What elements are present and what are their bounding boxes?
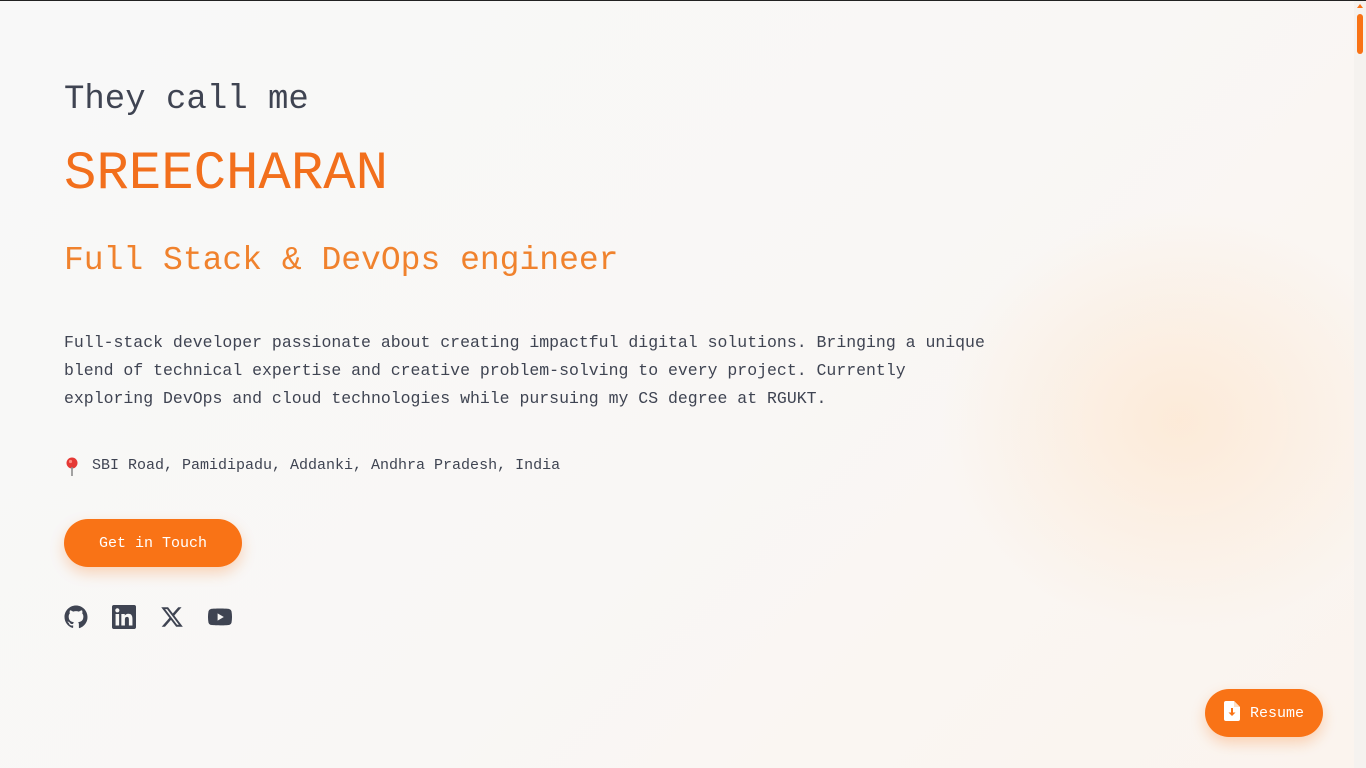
x-twitter-icon[interactable] xyxy=(160,605,184,629)
name-heading: SREECHARAN xyxy=(64,144,389,205)
youtube-icon[interactable] xyxy=(207,605,233,629)
scrollbar-thumb[interactable] xyxy=(1357,14,1363,54)
linkedin-icon[interactable] xyxy=(112,605,136,629)
get-in-touch-button[interactable]: Get in Touch xyxy=(64,519,242,567)
resume-label: Resume xyxy=(1249,704,1304,722)
location-text: SBI Road, Pamidipadu, Addanki, Andhra Pr… xyxy=(92,457,561,474)
bio-line: exploring DevOps and cloud technologies … xyxy=(64,389,827,408)
bio-paragraph: Full-stack developer passionate about cr… xyxy=(64,329,1079,413)
social-links xyxy=(64,605,1084,629)
location: SBI Road, Pamidipadu, Addanki, Andhra Pr… xyxy=(64,455,1084,477)
github-icon[interactable] xyxy=(64,605,88,629)
map-pin-icon xyxy=(64,457,80,476)
bio-line: blend of technical expertise and creativ… xyxy=(64,361,906,380)
scroll-up-icon[interactable] xyxy=(1357,4,1363,8)
file-download-icon xyxy=(1223,700,1240,726)
role-heading: Full Stack & DevOps engineer xyxy=(64,242,619,279)
scrollbar[interactable] xyxy=(1354,1,1366,768)
resume-button[interactable]: Resume xyxy=(1205,689,1323,737)
hero-section: They call me SREECHARAN Full Stack & Dev… xyxy=(64,77,1084,629)
page: They call me SREECHARAN Full Stack & Dev… xyxy=(0,0,1366,768)
bio-line: Full-stack developer passionate about cr… xyxy=(64,333,985,352)
intro-text: They call me xyxy=(64,81,309,119)
